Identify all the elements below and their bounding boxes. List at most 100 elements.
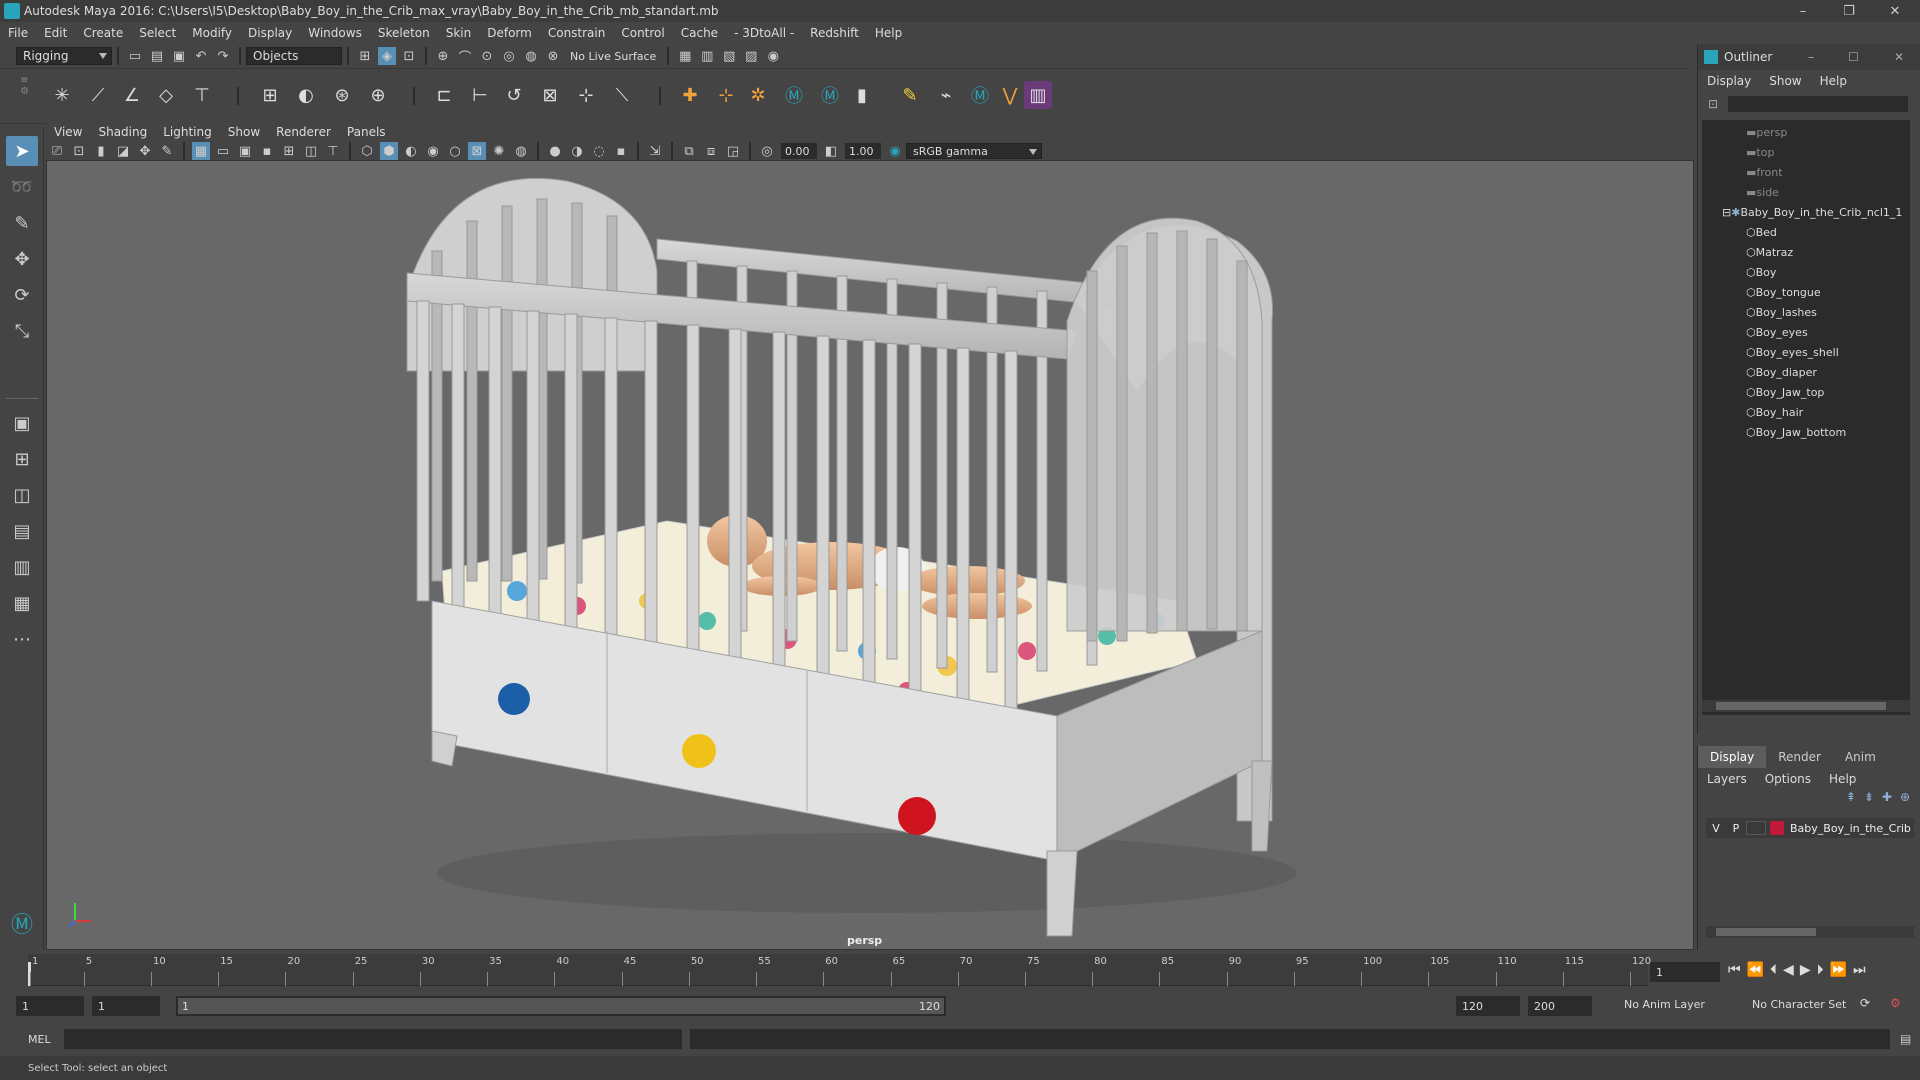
paint-weights-icon[interactable]: ✎ — [896, 81, 924, 109]
collapse-icon[interactable]: ⊟ — [1722, 206, 1731, 219]
vertex-icon[interactable]: ⋁ — [996, 81, 1024, 109]
render-settings-icon[interactable]: ▨ — [742, 47, 760, 65]
snap-view-plane-icon[interactable]: ◎ — [500, 47, 518, 65]
anim-layer-dropdown[interactable]: No Anim Layer — [1624, 998, 1705, 1011]
panel-menu-show[interactable]: Show — [220, 125, 268, 139]
panel-menu-shading[interactable]: Shading — [90, 125, 155, 139]
ik-spline-icon[interactable]: ∠ — [118, 81, 146, 109]
minimize-button[interactable]: – — [1780, 0, 1826, 22]
move-tool-icon[interactable]: ✥ — [6, 244, 38, 274]
menu-skin[interactable]: Skin — [438, 26, 480, 40]
timeline-track[interactable]: 1 5 10 15 20 25 30 35 40 45 50 55 60 65 70 75 80 85 90 95 10… — [28, 954, 1651, 986]
character-set-dropdown[interactable]: No Character Set — [1752, 998, 1846, 1011]
lasso-tool-icon[interactable]: ➿ — [6, 172, 38, 202]
grease-pencil-icon[interactable]: ✎ — [158, 142, 176, 160]
outliner-item-boy-lashes[interactable]: ⬡ Boy_lashes — [1746, 302, 1817, 322]
preferences-icon[interactable]: ⚙ — [1890, 996, 1901, 1010]
snap-grid-icon[interactable]: ⊕ — [434, 47, 452, 65]
redo-icon[interactable]: ↷ — [214, 47, 232, 65]
camera-attributes-icon[interactable]: ⊡ — [70, 142, 88, 160]
panel-menu-lighting[interactable]: Lighting — [155, 125, 220, 139]
bind-skin-icon[interactable]: ⊞ — [256, 81, 284, 109]
safe-action-icon[interactable]: ◫ — [302, 142, 320, 160]
layout-four-icon[interactable]: ⊞ — [6, 444, 38, 474]
outliner-item-bed[interactable]: ⬡ Bed — [1746, 222, 1777, 242]
outliner-menu-help[interactable]: Help — [1811, 74, 1856, 88]
outliner-item-boy-jaw-bottom[interactable]: ⬡ Boy_Jaw_bottom — [1746, 422, 1846, 442]
play-forward-icon[interactable]: ▶ — [1800, 962, 1811, 978]
exposure-field[interactable]: 0.00 — [781, 143, 817, 159]
wireframe-on-shaded-icon[interactable]: ◐ — [402, 142, 420, 160]
rotate-tool-icon[interactable]: ⟳ — [6, 280, 38, 310]
menu-redshift[interactable]: Redshift — [802, 26, 867, 40]
new-layer-selected-icon[interactable]: ⊕ — [1900, 790, 1910, 810]
tab-anim[interactable]: Anim — [1833, 746, 1888, 768]
snap-point-icon[interactable]: ⊙ — [478, 47, 496, 65]
menu-deform[interactable]: Deform — [479, 26, 540, 40]
save-scene-icon[interactable]: ▣ — [170, 47, 188, 65]
timeline-frame-field[interactable]: 1 — [1650, 962, 1720, 982]
two-d-pan-icon[interactable]: ✥ — [136, 142, 154, 160]
image-plane-icon[interactable]: ◪ — [114, 142, 132, 160]
brush-icon[interactable]: ⌁ — [932, 81, 960, 109]
isolate-select-icon[interactable]: ⇲ — [646, 142, 664, 160]
resolution-gate-icon[interactable]: ▣ — [236, 142, 254, 160]
move-layer-down-icon[interactable]: ⇟ — [1864, 790, 1874, 810]
menu-create[interactable]: Create — [75, 26, 131, 40]
scale-tool-icon[interactable]: ⤡ — [6, 316, 38, 346]
outliner-menu-display[interactable]: Display — [1698, 74, 1760, 88]
layout-single-icon[interactable]: ▣ — [6, 408, 38, 438]
layer-menu-options[interactable]: Options — [1756, 772, 1820, 786]
layer-menu-help[interactable]: Help — [1820, 772, 1865, 786]
outliner-item-side[interactable]: ▬ side — [1746, 182, 1779, 202]
menu-modify[interactable]: Modify — [184, 26, 240, 40]
outliner-minimize-button[interactable]: – — [1808, 50, 1814, 64]
motion-blur-icon[interactable]: ◑ — [568, 142, 586, 160]
wireframe-icon[interactable]: ⬡ — [358, 142, 376, 160]
menu-control[interactable]: Control — [613, 26, 672, 40]
menu-cache[interactable]: Cache — [673, 26, 726, 40]
ipr-render-icon[interactable]: ▧ — [720, 47, 738, 65]
tab-render[interactable]: Render — [1766, 746, 1833, 768]
play-back-icon[interactable]: ◀ — [1783, 962, 1794, 978]
star-tool-icon[interactable]: ✲ — [744, 81, 772, 109]
color-management-icon[interactable]: ◉ — [886, 142, 904, 160]
smooth-bind-icon[interactable]: ◐ — [292, 81, 320, 109]
step-back-key-icon[interactable]: ⏪ — [1747, 962, 1764, 978]
animation-end-field[interactable]: 200 — [1528, 996, 1592, 1016]
smooth-shade-icon[interactable]: ⬢ — [380, 142, 398, 160]
panel-menu-panels[interactable]: Panels — [339, 125, 394, 139]
layer-menu-layers[interactable]: Layers — [1698, 772, 1756, 786]
select-by-object-icon[interactable]: ◈ — [378, 47, 396, 65]
panel-menu-view[interactable]: View — [46, 125, 90, 139]
layout-hypershade-icon[interactable]: ▦ — [6, 588, 38, 618]
time-slider[interactable]: 1 5 10 15 20 25 30 35 40 45 50 55 60 65 70 75 80 85 90 95 10… — [0, 952, 1920, 988]
scale-constraint-icon[interactable]: ⊠ — [536, 81, 564, 109]
xray-active-icon[interactable]: ⧈ — [702, 142, 720, 160]
xray-icon[interactable]: ⊠ — [468, 142, 486, 160]
ambient-occlusion-icon[interactable]: ◍ — [512, 142, 530, 160]
outliner-item-front[interactable]: ▬ front — [1746, 162, 1783, 182]
menu-file[interactable]: File — [0, 26, 36, 40]
select-by-component-icon[interactable]: ⊡ — [400, 47, 418, 65]
close-button[interactable]: ✕ — [1872, 0, 1918, 22]
gamma-icon[interactable]: ◧ — [822, 142, 840, 160]
locator-icon[interactable]: ✚ — [676, 81, 704, 109]
outliner-item-boy-jaw-top[interactable]: ⬡ Boy_Jaw_top — [1746, 382, 1824, 402]
step-forward-key-icon[interactable]: ⏩ — [1830, 962, 1847, 978]
safe-title-icon[interactable]: ⊤ — [324, 142, 342, 160]
textured-icon[interactable]: ◉ — [424, 142, 442, 160]
layer-playback-toggle[interactable]: P — [1726, 822, 1746, 835]
range-bar[interactable]: 1 120 — [176, 996, 946, 1016]
move-layer-up-icon[interactable]: ⇞ — [1846, 790, 1856, 810]
auto-key-icon[interactable]: ⟳ — [1860, 996, 1870, 1010]
cluster-icon[interactable]: ⊕ — [364, 81, 392, 109]
layout-more-icon[interactable]: ⋯ — [6, 624, 38, 654]
shelf-options-icon[interactable]: ≡ ⚙ — [20, 75, 30, 119]
paint-select-icon[interactable]: ✎ — [6, 208, 38, 238]
outliner-item-matraz[interactable]: ⬡ Matraz — [1746, 242, 1793, 262]
outliner-item-boy-eyes-shell[interactable]: ⬡ Boy_eyes_shell — [1746, 342, 1839, 362]
go-to-start-icon[interactable]: ⏮ — [1728, 962, 1741, 978]
layout-outliner-icon[interactable]: ▤ — [6, 516, 38, 546]
select-tool-icon[interactable]: ➤ — [6, 136, 38, 166]
